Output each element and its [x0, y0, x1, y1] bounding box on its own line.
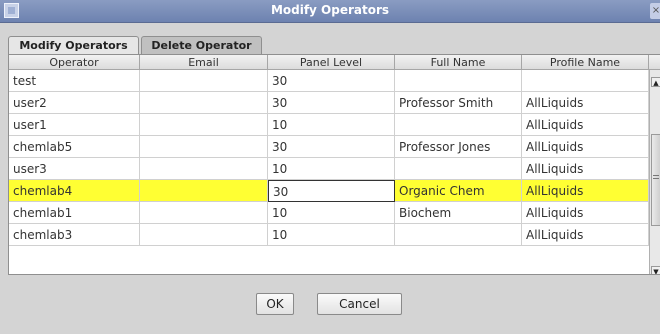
- cell-operator[interactable]: chemlab4: [9, 180, 140, 202]
- cell-operator[interactable]: test: [9, 70, 140, 92]
- cell-email[interactable]: [140, 202, 268, 224]
- column-header-panel-level[interactable]: Panel Level: [268, 55, 395, 70]
- title-bar: Modify Operators ×: [0, 0, 660, 23]
- cell-profile-name[interactable]: AllLiquids: [522, 158, 649, 180]
- cell-full-name[interactable]: Professor Smith: [395, 92, 522, 114]
- cell-profile-name[interactable]: AllLiquids: [522, 114, 649, 136]
- cell-operator[interactable]: chemlab3: [9, 224, 140, 246]
- cell-panel-level[interactable]: 10: [268, 224, 395, 246]
- table-row[interactable]: user1 10 AllLiquids: [9, 114, 649, 136]
- table-header: Operator Email Panel Level Full Name Pro…: [9, 55, 660, 70]
- table-row[interactable]: chemlab1 10 Biochem AllLiquids: [9, 202, 649, 224]
- cell-email[interactable]: [140, 158, 268, 180]
- window-title: Modify Operators: [270, 3, 390, 17]
- cell-full-name[interactable]: Professor Jones: [395, 136, 522, 158]
- vertical-scrollbar[interactable]: ▲ ▼: [649, 70, 660, 274]
- cell-email[interactable]: [140, 224, 268, 246]
- cell-email[interactable]: [140, 180, 268, 202]
- cell-full-name[interactable]: Biochem: [395, 202, 522, 224]
- scroll-up-icon[interactable]: ▲: [651, 77, 660, 87]
- cell-email[interactable]: [140, 114, 268, 136]
- cell-profile-name[interactable]: AllLiquids: [522, 92, 649, 114]
- table-row[interactable]: user2 30 Professor Smith AllLiquids: [9, 92, 649, 114]
- scroll-down-icon[interactable]: ▼: [651, 266, 660, 274]
- column-header-profile-name[interactable]: Profile Name: [522, 55, 649, 70]
- column-header-email[interactable]: Email: [140, 55, 268, 70]
- cell-panel-level[interactable]: 30: [268, 70, 395, 92]
- table-row[interactable]: test 30: [9, 70, 649, 92]
- cell-full-name[interactable]: [395, 70, 522, 92]
- cell-operator[interactable]: user1: [9, 114, 140, 136]
- table-row[interactable]: chemlab4 30 Organic Chem AllLiquids: [9, 180, 649, 202]
- ok-button[interactable]: OK: [256, 293, 294, 315]
- cell-operator[interactable]: user3: [9, 158, 140, 180]
- cell-email[interactable]: [140, 136, 268, 158]
- cell-email[interactable]: [140, 92, 268, 114]
- cell-panel-level[interactable]: 30: [268, 92, 395, 114]
- operators-table: Operator Email Panel Level Full Name Pro…: [8, 54, 660, 275]
- tab-delete-operator[interactable]: Delete Operator: [141, 36, 262, 54]
- header-corner: [649, 55, 660, 70]
- cell-profile-name[interactable]: AllLiquids: [522, 180, 649, 202]
- scroll-thumb[interactable]: [651, 134, 660, 226]
- cell-panel-level[interactable]: 10: [268, 202, 395, 224]
- cell-full-name[interactable]: [395, 158, 522, 180]
- cell-operator[interactable]: user2: [9, 92, 140, 114]
- cell-profile-name[interactable]: AllLiquids: [522, 224, 649, 246]
- column-header-full-name[interactable]: Full Name: [395, 55, 522, 70]
- cancel-button[interactable]: Cancel: [317, 293, 402, 315]
- cell-operator[interactable]: chemlab1: [9, 202, 140, 224]
- cell-panel-level[interactable]: 10: [268, 114, 395, 136]
- close-icon[interactable]: ×: [650, 3, 660, 19]
- cell-profile-name[interactable]: AllLiquids: [522, 202, 649, 224]
- cell-operator[interactable]: chemlab5: [9, 136, 140, 158]
- cell-full-name[interactable]: Organic Chem: [395, 180, 522, 202]
- cell-email[interactable]: [140, 70, 268, 92]
- table-row[interactable]: chemlab5 30 Professor Jones AllLiquids: [9, 136, 649, 158]
- cell-panel-level[interactable]: 30: [268, 180, 395, 202]
- cell-full-name[interactable]: [395, 114, 522, 136]
- column-header-operator[interactable]: Operator: [9, 55, 140, 70]
- cell-full-name[interactable]: [395, 224, 522, 246]
- cell-profile-name[interactable]: [522, 70, 649, 92]
- cell-profile-name[interactable]: AllLiquids: [522, 136, 649, 158]
- tab-modify-operators[interactable]: Modify Operators: [8, 36, 139, 55]
- cell-panel-level[interactable]: 10: [268, 158, 395, 180]
- table-row[interactable]: user3 10 AllLiquids: [9, 158, 649, 180]
- cell-panel-level[interactable]: 30: [268, 136, 395, 158]
- table-row[interactable]: chemlab3 10 AllLiquids: [9, 224, 649, 246]
